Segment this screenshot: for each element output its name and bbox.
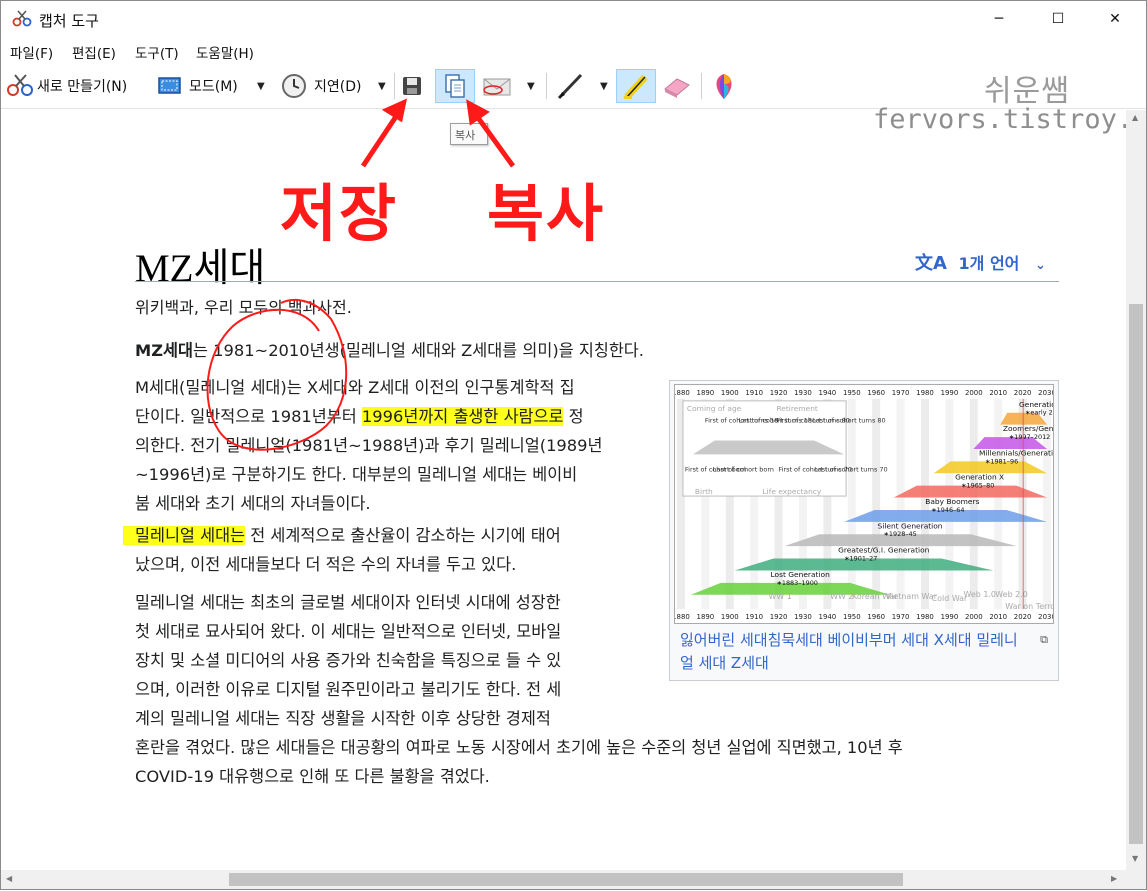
- copy-arrowhead: [466, 99, 490, 126]
- save-annotation: 저장: [280, 177, 399, 250]
- scrollbar-corner: [1126, 870, 1146, 889]
- horizontal-scrollbar[interactable]: ◀ ▶: [1, 870, 1126, 889]
- scroll-left-icon[interactable]: ◀: [6, 874, 12, 883]
- save-arrowhead: [381, 98, 408, 123]
- scroll-up-icon[interactable]: ▲: [1132, 113, 1138, 122]
- annotation-layer: [206, 98, 516, 451]
- scroll-right-icon[interactable]: ▶: [1111, 874, 1117, 883]
- vertical-scrollbar[interactable]: ▲ ▼: [1126, 110, 1146, 870]
- hand-drawn-circle: [206, 299, 348, 451]
- horizontal-scroll-thumb[interactable]: [229, 873, 903, 886]
- scroll-down-icon[interactable]: ▼: [1132, 854, 1138, 863]
- snipping-tool-window: 캡처 도구 ─ ☐ ✕ 파일(F) 편집(E) 도구(T) 도움말(H) 새로 …: [0, 0, 1147, 890]
- vertical-scroll-thumb[interactable]: [1129, 304, 1143, 844]
- copy-annotation: 복사: [487, 177, 606, 250]
